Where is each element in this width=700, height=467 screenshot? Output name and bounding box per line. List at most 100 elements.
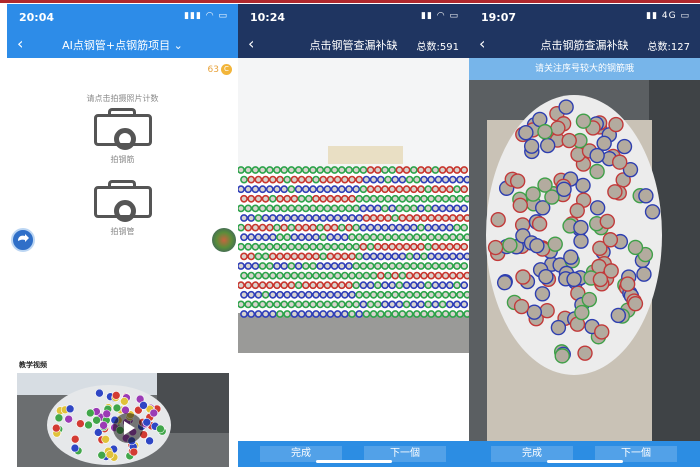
marker-ring xyxy=(348,252,356,261)
marker-ring xyxy=(345,242,353,251)
marker-ring xyxy=(547,236,563,252)
marker-ring xyxy=(301,242,310,251)
status-time: 20:04 xyxy=(19,11,55,24)
marker-ring xyxy=(405,194,414,203)
marker-ring xyxy=(316,166,325,174)
marker-ring xyxy=(395,242,404,251)
marker-ring xyxy=(287,223,296,232)
marker-ring xyxy=(456,252,464,261)
marker-ring xyxy=(384,310,392,318)
marker-ring xyxy=(409,300,418,309)
marker-ring xyxy=(420,175,428,184)
play-icon[interactable] xyxy=(113,413,143,443)
marker-ring xyxy=(273,242,281,251)
marker-ring xyxy=(258,281,267,290)
marker-ring xyxy=(139,401,148,410)
marker-ring xyxy=(340,290,349,299)
marker-ring xyxy=(417,242,425,251)
marker-ring xyxy=(381,204,389,213)
share-float-icon[interactable] xyxy=(11,228,35,252)
marker-ring xyxy=(251,281,260,290)
pipe-photo[interactable] xyxy=(238,58,469,441)
marker-ring xyxy=(316,204,325,213)
marker-ring xyxy=(460,223,469,232)
marker-ring xyxy=(412,214,421,222)
marker-ring xyxy=(251,204,260,213)
marker-ring xyxy=(409,242,418,251)
marker-ring xyxy=(575,113,592,129)
status-time: 10:24 xyxy=(250,11,286,24)
marker-ring xyxy=(427,194,436,203)
pipe-markers[interactable] xyxy=(238,166,469,318)
marker-ring xyxy=(388,242,397,251)
marker-ring xyxy=(142,417,152,427)
marker-ring xyxy=(445,185,454,194)
marker-ring xyxy=(376,214,385,222)
marker-ring xyxy=(398,175,407,184)
marker-ring xyxy=(355,194,364,203)
feedback-float-icon[interactable] xyxy=(212,228,236,252)
project-selector[interactable]: AI点钢管+点钢筋项目 ⌄ xyxy=(7,37,238,53)
marker-ring xyxy=(244,223,253,232)
marker-ring xyxy=(509,173,526,189)
marker-ring xyxy=(268,194,277,203)
marker-ring xyxy=(373,204,382,213)
marker-ring xyxy=(268,252,277,261)
marker-ring xyxy=(431,281,440,290)
marker-ring xyxy=(381,300,389,309)
camera-rebar-button[interactable] xyxy=(94,108,152,150)
marker-ring xyxy=(316,185,325,194)
marker-ring xyxy=(434,310,443,318)
marker-ring xyxy=(431,300,440,309)
marker-ring xyxy=(502,237,518,253)
marker-ring xyxy=(276,233,284,242)
marker-ring xyxy=(312,310,320,318)
marker-ring xyxy=(273,262,281,270)
marker-ring xyxy=(402,185,411,194)
marker-ring xyxy=(244,262,253,270)
rebar-photo[interactable] xyxy=(469,80,700,441)
marker-ring xyxy=(283,194,292,203)
marker-ring xyxy=(268,271,277,280)
marker-ring xyxy=(323,223,332,232)
marker-ring xyxy=(340,233,349,242)
marker-ring xyxy=(417,223,425,232)
marker-ring xyxy=(301,281,310,290)
marker-ring xyxy=(402,262,411,270)
marker-ring xyxy=(283,252,292,261)
marker-ring xyxy=(420,233,428,242)
marker-ring xyxy=(448,271,457,280)
marker-ring xyxy=(348,271,356,280)
signal-battery-icon: ▮▮ 4G ▭ xyxy=(646,11,690,21)
marker-ring xyxy=(247,233,256,242)
marker-ring xyxy=(112,403,122,413)
network-type: 4G xyxy=(661,11,677,21)
marker-ring xyxy=(359,185,368,194)
marker-ring xyxy=(240,194,248,203)
marker-ring xyxy=(273,281,281,290)
marker-ring xyxy=(323,281,332,290)
marker-ring xyxy=(287,281,296,290)
marker-ring xyxy=(283,310,292,318)
marker-ring xyxy=(238,300,245,309)
marker-ring xyxy=(297,214,306,222)
marker-ring xyxy=(268,233,277,242)
marker-ring xyxy=(276,271,284,280)
marker-ring xyxy=(398,233,407,242)
marker-ring xyxy=(453,300,461,309)
marker-ring xyxy=(402,166,411,174)
marker-ring xyxy=(258,242,267,251)
marker-ring xyxy=(359,262,368,270)
marker-ring xyxy=(304,310,313,318)
marker-ring xyxy=(391,271,400,280)
marker-ring xyxy=(441,310,450,318)
tutorial-video[interactable] xyxy=(17,373,229,467)
marker-ring xyxy=(445,223,454,232)
marker-ring xyxy=(345,204,353,213)
marker-ring xyxy=(319,271,328,280)
marker-ring xyxy=(402,223,411,232)
marker-ring xyxy=(431,242,440,251)
marker-ring xyxy=(534,286,551,302)
marker-ring xyxy=(398,252,407,261)
camera-pipe-button[interactable] xyxy=(94,180,152,222)
